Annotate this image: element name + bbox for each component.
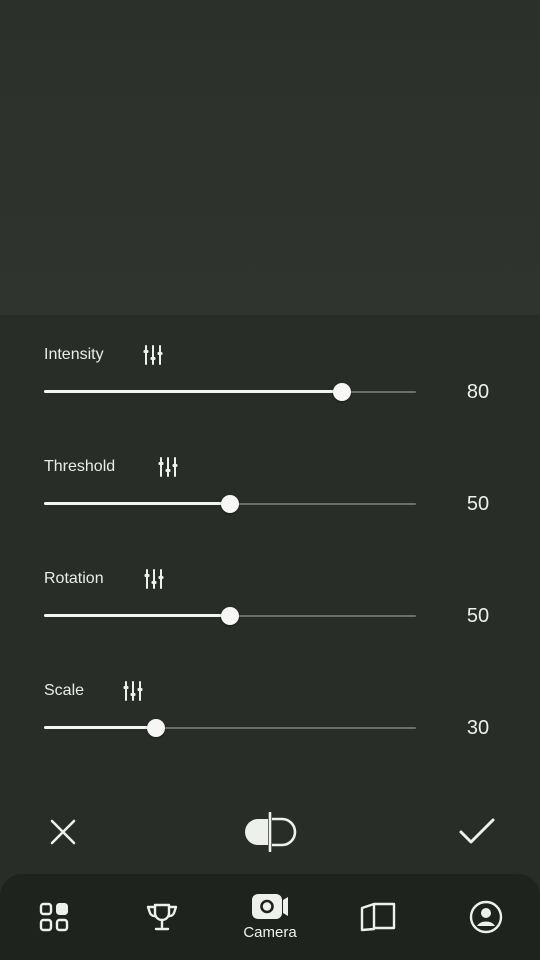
nav-item-grid[interactable]: [0, 874, 108, 960]
tune-icon[interactable]: [157, 455, 179, 479]
slider-fill: [44, 726, 156, 729]
param-rotation: Rotation 50: [0, 569, 540, 681]
slider-fill: [44, 614, 230, 617]
intensity-slider[interactable]: [44, 380, 416, 404]
tune-icon[interactable]: [143, 567, 165, 591]
nav-label-camera: Camera: [243, 924, 297, 941]
cancel-button[interactable]: [35, 804, 91, 860]
param-value: 50: [466, 605, 490, 627]
param-label: Rotation: [44, 570, 104, 587]
close-icon: [50, 819, 76, 845]
trophy-icon: [146, 903, 178, 931]
grid-icon: [39, 902, 69, 932]
image-preview: [0, 0, 540, 315]
slider-thumb[interactable]: [221, 495, 239, 513]
tune-icon[interactable]: [122, 679, 144, 703]
param-value: 50: [466, 493, 490, 515]
nav-item-trophy[interactable]: [108, 874, 216, 960]
param-threshold: Threshold 50: [0, 457, 540, 569]
slider-thumb[interactable]: [221, 607, 239, 625]
slider-thumb[interactable]: [146, 719, 165, 737]
book-icon: [360, 902, 396, 932]
tune-icon[interactable]: [142, 343, 164, 367]
check-icon: [459, 818, 495, 844]
slider-thumb[interactable]: [332, 383, 351, 401]
param-value: 80: [466, 381, 490, 403]
param-label: Scale: [44, 682, 85, 699]
camera-icon: [252, 894, 288, 919]
action-bar: [0, 800, 540, 866]
slider-fill: [44, 390, 342, 393]
nav-item-profile[interactable]: [432, 874, 540, 960]
compare-button[interactable]: [242, 804, 298, 860]
slider-fill: [44, 502, 230, 505]
confirm-button[interactable]: [449, 804, 505, 860]
param-scale: Scale 30: [0, 681, 540, 793]
param-intensity: Intensity 80: [0, 345, 540, 457]
param-value: 30: [466, 717, 490, 739]
scale-slider[interactable]: [44, 716, 416, 740]
param-label: Threshold: [44, 458, 116, 475]
rotation-slider[interactable]: [44, 604, 416, 628]
param-label: Intensity: [44, 346, 104, 363]
bottom-nav: Camera: [0, 874, 540, 960]
profile-icon: [469, 900, 503, 934]
nav-item-camera[interactable]: Camera: [216, 874, 324, 960]
threshold-slider[interactable]: [44, 492, 416, 516]
compare-icon: [245, 812, 297, 852]
nav-item-book[interactable]: [324, 874, 432, 960]
